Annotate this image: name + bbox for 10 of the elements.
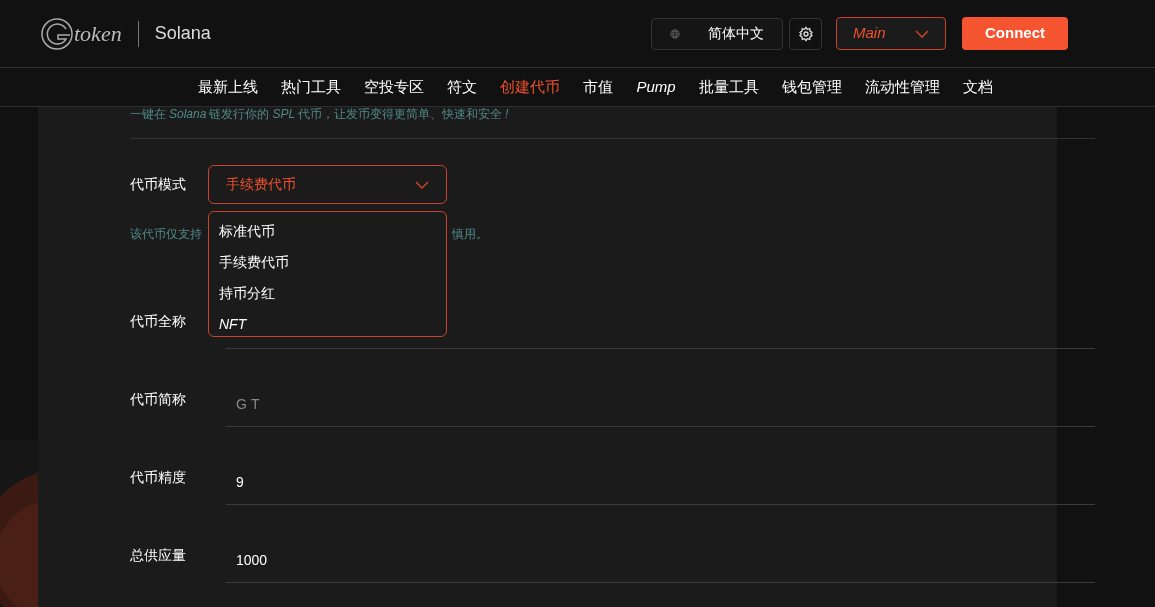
network-label: Solana [154,22,211,45]
field-label: 代币全称 [130,311,186,331]
field-label: 代币精度 [130,467,186,487]
intro-text: 一键在 Solana 链发行你的 SPL 代币，让发币变得更简单、快速和安全 ! [130,107,510,121]
logo-text: token [74,20,122,48]
hint-text: 慎用。 [452,226,488,243]
field-label: 代币模式 [130,175,186,194]
hint-text: 该代币仅支持 [130,226,202,243]
field-label: 总供应量 [130,545,186,565]
field-label: 代币简称 [130,389,186,409]
